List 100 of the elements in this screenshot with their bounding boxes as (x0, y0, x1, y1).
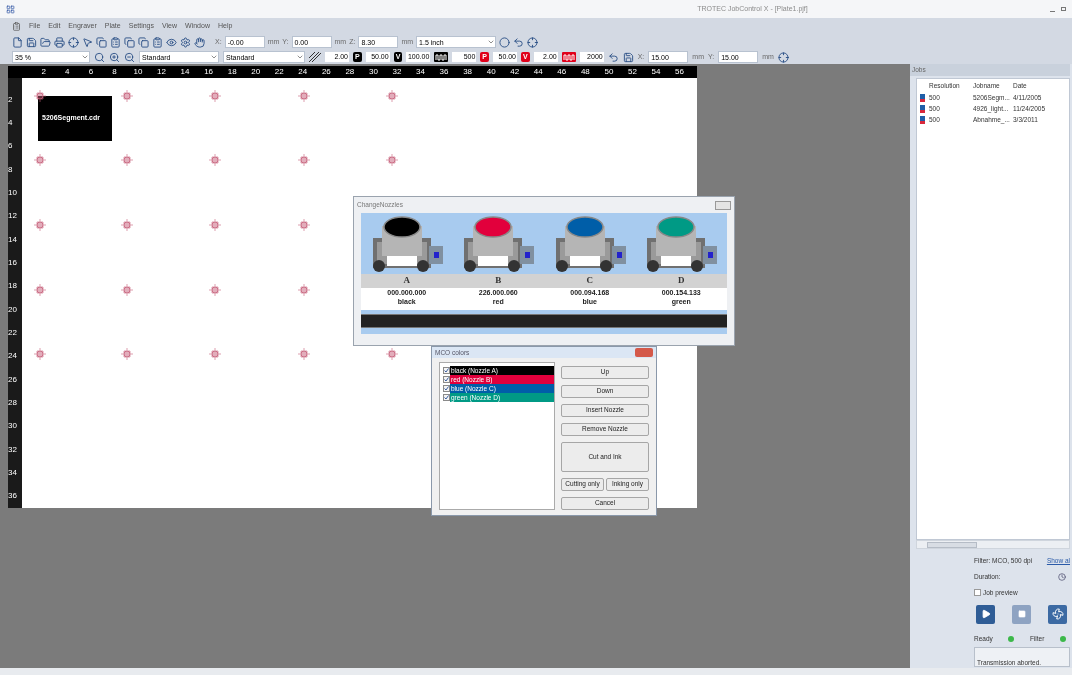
ruler-number: 38 (462, 66, 474, 78)
ruler-number: 28 (344, 66, 356, 78)
toolbar-icon[interactable] (12, 36, 23, 48)
toolbar-icon[interactable] (54, 36, 65, 48)
ruler-number: 24 (297, 66, 309, 78)
ruler-number: 16 (203, 66, 215, 78)
toolbar-icon[interactable] (180, 36, 191, 48)
toolbar-icon[interactable] (68, 36, 79, 48)
ruler-number: 14 (179, 66, 191, 78)
ruler-number: 4 (64, 66, 71, 78)
ruler-number: 8 (8, 163, 14, 176)
ruler-number: 8 (111, 66, 118, 78)
ruler-number: 40 (485, 66, 497, 78)
registration-mark-icon (298, 90, 310, 102)
ruler-number: 50 (603, 66, 615, 78)
registration-mark-icon (209, 284, 221, 296)
ruler-number: 22 (8, 326, 18, 339)
registration-mark-icon (298, 219, 310, 231)
undo-icon[interactable] (607, 51, 619, 63)
ruler-number: 46 (556, 66, 568, 78)
toolbar-icon[interactable] (40, 36, 51, 48)
ruler-number: 48 (579, 66, 591, 78)
play-icon (980, 609, 991, 619)
toolbar-icon[interactable] (527, 36, 539, 48)
toolbar-icon[interactable] (138, 36, 149, 48)
ruler-number: 56 (674, 66, 685, 78)
fan-button[interactable] (1048, 604, 1067, 624)
toolbar-icon[interactable] (124, 36, 135, 48)
close-button[interactable] (715, 200, 731, 210)
toolbar-icon[interactable] (152, 36, 163, 48)
zoom-in-icon[interactable] (109, 51, 120, 63)
registration-mark-icon (34, 90, 46, 102)
ruler-number: 16 (8, 256, 18, 269)
play-button[interactable] (976, 604, 995, 624)
registration-mark-icon (34, 284, 46, 296)
toolbar-icon[interactable] (110, 36, 121, 48)
ruler-number: 34 (415, 66, 426, 78)
toolbar-icon[interactable] (513, 36, 525, 48)
ruler-number: 2 (40, 66, 47, 78)
toolbar-icon[interactable] (96, 36, 107, 48)
ruler-number: 36 (8, 490, 18, 503)
registration-mark-icon (386, 348, 398, 360)
stop-icon (1017, 610, 1026, 618)
nozzle-letter: B (494, 274, 503, 287)
nozzle-letter: D (677, 274, 686, 287)
job-file-icon (920, 104, 925, 113)
registration-mark-icon (298, 154, 310, 166)
ruler-number: 22 (273, 66, 285, 78)
save-icon[interactable] (622, 51, 634, 63)
nozzle-letter: A (402, 274, 411, 287)
registration-mark-icon (209, 154, 221, 166)
ruler-number: 26 (320, 66, 332, 78)
ruler-number: 36 (438, 66, 450, 78)
registration-mark-icon (34, 219, 46, 231)
toolbar-icon[interactable] (777, 51, 789, 63)
ruler-number: 30 (367, 66, 379, 78)
circle-icon[interactable] (499, 36, 511, 48)
ruler-number: 14 (8, 233, 18, 246)
registration-mark-icon (34, 348, 46, 360)
ruler-number: 2 (8, 93, 14, 106)
maximize-icon[interactable] (1061, 6, 1066, 11)
ruler-number: 32 (391, 66, 403, 78)
zoom-out-icon[interactable] (124, 51, 135, 63)
ruler-number: 30 (8, 420, 18, 433)
ruler-number: 10 (8, 186, 18, 199)
status-light-icon (1008, 636, 1015, 642)
minimize-icon[interactable] (1050, 10, 1055, 12)
ruler-number: 54 (650, 66, 662, 78)
registration-mark-icon (209, 219, 221, 231)
registration-mark-icon (386, 154, 398, 166)
job-file-icon (920, 93, 925, 102)
ruler-number: 34 (8, 466, 18, 479)
horizontal-scrollbar[interactable] (916, 540, 1070, 549)
registration-mark-icon (34, 154, 46, 166)
ruler-number: 4 (8, 117, 14, 129)
registration-mark-icon (386, 90, 398, 102)
ruler-number: 18 (226, 66, 238, 78)
registration-mark-icon (121, 348, 133, 360)
stop-button[interactable] (1012, 604, 1031, 624)
ruler-number: 24 (8, 350, 18, 363)
ruler-number: 10 (132, 66, 144, 78)
ruler-number: 6 (87, 66, 95, 78)
clock-icon (1058, 572, 1066, 581)
status-light-icon (1060, 636, 1066, 642)
app-icon (6, 4, 15, 14)
ruler-number: 12 (8, 210, 18, 223)
search-icon[interactable] (94, 51, 105, 63)
toolbar-icon[interactable] (166, 36, 177, 48)
toolbar-icon[interactable] (26, 36, 37, 48)
toolbar-icon[interactable] (194, 36, 205, 48)
ruler-number: 42 (509, 66, 521, 78)
toolbar-icon[interactable] (82, 36, 93, 48)
job-file-icon (920, 115, 925, 124)
checkbox[interactable] (974, 589, 981, 596)
registration-mark-icon (298, 348, 310, 360)
registration-mark-icon (121, 219, 133, 231)
registration-mark-icon (209, 90, 221, 102)
ruler-number: 18 (8, 280, 18, 293)
ruler-number: 12 (156, 66, 167, 78)
ruler-number: 20 (8, 303, 18, 316)
